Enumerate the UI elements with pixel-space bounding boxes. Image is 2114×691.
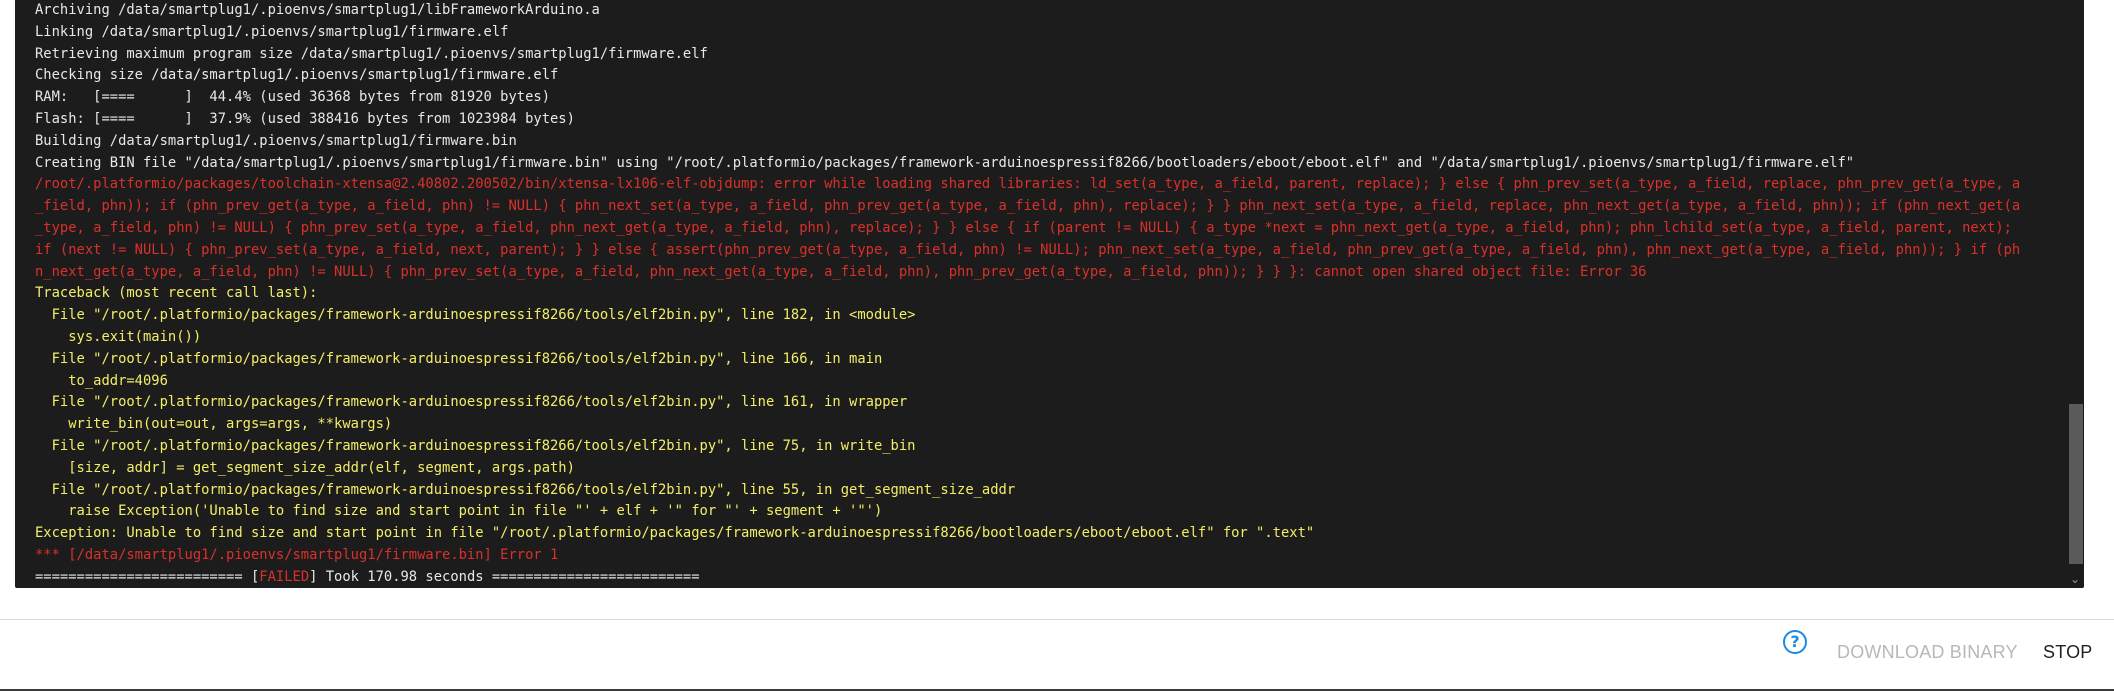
summary-prefix: ========================= [ (35, 568, 260, 585)
log-line: File "/root/.platformio/packages/framewo… (35, 437, 916, 454)
build-log-terminal[interactable]: Archiving /data/smartplug1/.pioenvs/smar… (15, 0, 2084, 588)
summary-status-failed: FAILED (259, 568, 310, 585)
help-circle-icon[interactable]: ? (1783, 630, 1807, 654)
log-line: sys.exit(main()) (35, 328, 202, 345)
log-line: *** [/data/smartplug1/.pioenvs/smartplug… (35, 546, 559, 563)
log-line: Checking size /data/smartplug1/.pioenvs/… (35, 67, 559, 84)
log-line: [size, addr] = get_segment_size_addr(elf… (35, 459, 575, 476)
log-line: write_bin(out=out, args=args, **kwargs) (35, 416, 393, 433)
log-scrollbar-thumb[interactable] (2069, 404, 2083, 564)
build-log-output: Archiving /data/smartplug1/.pioenvs/smar… (35, 0, 2070, 588)
log-line: Building /data/smartplug1/.pioenvs/smart… (35, 132, 517, 149)
log-line: File "/root/.platformio/packages/framewo… (35, 481, 1016, 498)
log-scrollbar[interactable]: ⌄ (2066, 0, 2084, 588)
log-line: Flash: [==== ] 37.9% (used 388416 bytes … (35, 110, 575, 127)
log-summary-line: ========================= [FAILED] Took … (35, 567, 2070, 588)
log-line: Archiving /data/smartplug1/.pioenvs/smar… (35, 2, 600, 18)
summary-suffix: ] Took 170.98 seconds ==================… (309, 568, 700, 585)
build-console-page: Archiving /data/smartplug1/.pioenvs/smar… (0, 0, 2114, 691)
stop-button[interactable]: STOP (2043, 642, 2092, 663)
scroll-down-arrow-icon[interactable]: ⌄ (2068, 572, 2082, 586)
log-line: raise Exception('Unable to find size and… (35, 503, 883, 520)
log-line: File "/root/.platformio/packages/framewo… (35, 350, 883, 367)
log-line: /root/.platformio/packages/toolchain-xte… (35, 176, 2021, 280)
log-line: File "/root/.platformio/packages/framewo… (35, 394, 908, 411)
log-line: File "/root/.platformio/packages/framewo… (35, 307, 916, 324)
download-binary-button[interactable]: DOWNLOAD BINARY (1837, 642, 2018, 663)
build-footer-bar: ? DOWNLOAD BINARY STOP (0, 620, 2114, 691)
log-line: Exception: Unable to find size and start… (35, 525, 1315, 542)
log-line: Retrieving maximum program size /data/sm… (35, 45, 708, 62)
log-line: Creating BIN file "/data/smartplug1/.pio… (35, 154, 1855, 171)
log-line: Traceback (most recent call last): (35, 285, 318, 302)
log-line: Linking /data/smartplug1/.pioenvs/smartp… (35, 23, 509, 40)
log-line: RAM: [==== ] 44.4% (used 36368 bytes fro… (35, 89, 550, 106)
log-line: to_addr=4096 (35, 372, 168, 389)
